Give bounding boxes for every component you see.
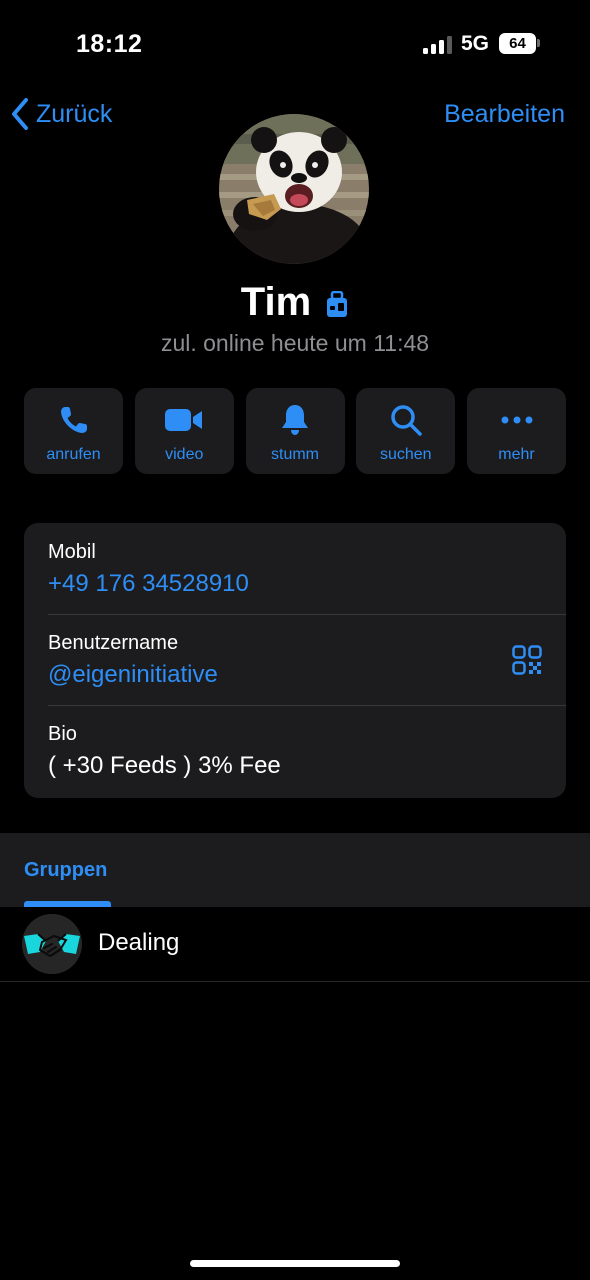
more-icon: [501, 416, 532, 424]
edit-button[interactable]: Bearbeiten: [444, 100, 565, 129]
bio-text: ( +30 Feeds ) 3% Fee: [48, 752, 281, 779]
status-time: 18:12: [76, 30, 143, 58]
more-button[interactable]: mehr: [467, 388, 566, 474]
video-call-button[interactable]: video: [134, 388, 234, 474]
back-button[interactable]: Zurück: [10, 96, 112, 132]
mobile-number[interactable]: +49 176 34528910: [48, 570, 566, 598]
username-label: Benutzername: [48, 632, 179, 654]
list-item[interactable]: Dealing: [0, 907, 590, 982]
video-label: video: [165, 446, 204, 463]
search-label: suchen: [379, 446, 432, 463]
chevron-left-icon: [12, 98, 28, 130]
call-label: anrufen: [46, 446, 101, 463]
profile-name: Tim: [240, 280, 312, 324]
status-bar: 18:12 5G 64: [0, 0, 590, 90]
media-tabs: Gruppen: [0, 833, 590, 907]
username-row[interactable]: Benutzername @eigeninitiative: [24, 614, 566, 705]
username-value[interactable]: @eigeninitiative: [48, 661, 566, 689]
name-row: Tim: [0, 280, 590, 325]
back-label: Zurück: [36, 99, 113, 128]
battery-nub: [537, 39, 540, 47]
mute-label: stumm: [271, 446, 319, 463]
more-label: mehr: [498, 446, 535, 463]
handshake-icon: [22, 914, 82, 974]
bell-icon: [282, 405, 308, 435]
battery-icon: 64: [499, 33, 536, 54]
search-button[interactable]: suchen: [356, 388, 456, 474]
group-name: Dealing: [98, 929, 180, 956]
phone-icon: [60, 407, 87, 433]
video-camera-icon: [165, 409, 203, 431]
business-badge-icon: [327, 290, 348, 317]
mute-button[interactable]: stumm: [245, 388, 345, 474]
last-seen-status: zul. online heute um 11:48: [160, 330, 430, 356]
bio-row: Bio ( +30 Feeds ) 3% Fee: [24, 705, 566, 796]
network-type: 5G: [461, 32, 490, 55]
tab-groups[interactable]: Gruppen: [24, 859, 107, 882]
search-icon: [391, 405, 422, 436]
mobile-row[interactable]: Mobil +49 176 34528910: [24, 523, 566, 614]
info-card: Mobil +49 176 34528910 Benutzername @eig…: [24, 523, 566, 798]
profile-avatar[interactable]: [219, 114, 369, 264]
panda-photo: [219, 114, 369, 264]
bio-label: Bio: [48, 723, 77, 745]
qr-code-icon[interactable]: [512, 645, 542, 675]
group-avatar: [22, 914, 82, 974]
home-indicator: [190, 1260, 400, 1267]
call-button[interactable]: anrufen: [24, 388, 123, 474]
mobile-label: Mobil: [48, 541, 96, 563]
signal-strength-icon: [423, 36, 453, 54]
action-buttons: anrufen video stumm suchen mehr: [24, 388, 566, 474]
